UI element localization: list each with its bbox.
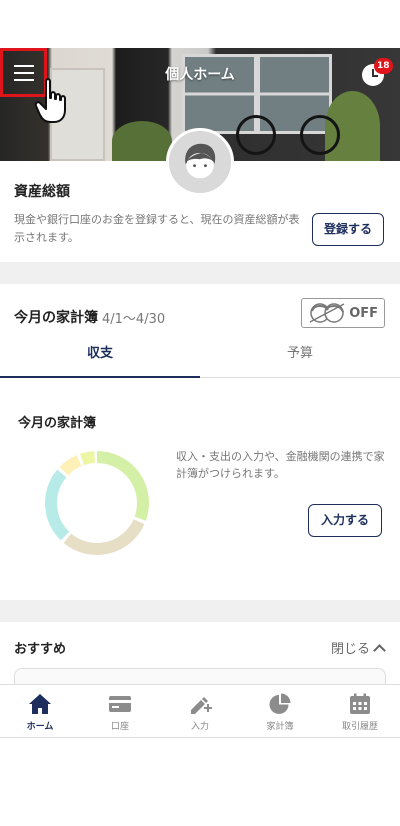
couple-faces-icon: [309, 303, 345, 323]
recommend-section: おすすめ 閉じる: [0, 622, 400, 684]
card-icon: [109, 696, 131, 712]
assets-title: 資産総額: [14, 184, 70, 200]
nav-transaction-history-label: 取引履歴: [341, 722, 378, 732]
donut-segment: [63, 519, 145, 555]
avatar[interactable]: [166, 128, 234, 196]
bottom-navigation: ホーム 口座 入力 家計簿 取引履歴: [0, 684, 400, 738]
nav-household-book-label: 家計簿: [266, 722, 294, 732]
home-icon: [29, 694, 51, 714]
nav-accounts-label: 口座: [110, 722, 129, 732]
nav-accounts[interactable]: 口座: [80, 685, 160, 739]
register-button[interactable]: 登録する: [312, 213, 384, 246]
notification-badge: 18: [374, 58, 393, 74]
donut-segment: [59, 455, 82, 476]
hamburger-menu-icon: [13, 64, 34, 67]
household-description: 収入・支出の入力や、金融機関の連携で家計簿がつけられます。: [176, 450, 385, 480]
nav-input[interactable]: 入力: [160, 685, 240, 739]
recommend-close-button[interactable]: 閉じる: [330, 638, 386, 657]
assets-description: 現金や銀行口座のお金を登録すると、現在の資産総額が表示されます。: [14, 213, 300, 244]
toggle-off-label: OFF: [349, 306, 378, 321]
avatar-face-icon: [169, 131, 231, 193]
recommend-close-label: 閉じる: [330, 642, 370, 657]
couple-mode-toggle[interactable]: OFF: [301, 298, 385, 328]
donut-segment: [80, 451, 96, 466]
household-section-title: 今月の家計簿: [18, 416, 97, 431]
budget-tabs: 収支 予算: [0, 336, 400, 378]
calendar-icon: [350, 693, 370, 714]
pen-plus-icon: [191, 697, 212, 714]
nav-household-book[interactable]: 家計簿: [240, 685, 320, 739]
notification-button[interactable]: 18: [362, 58, 393, 86]
input-button[interactable]: 入力する: [308, 504, 382, 537]
pie-chart-icon: [269, 693, 291, 714]
recommend-title: おすすめ: [14, 642, 67, 657]
household-donut-chart: [45, 451, 149, 555]
nav-home[interactable]: ホーム: [0, 685, 80, 739]
nav-transaction-history[interactable]: 取引履歴: [320, 685, 400, 739]
tab-budget[interactable]: 予算: [200, 336, 400, 378]
budget-title: 今月の家計簿: [14, 310, 98, 326]
chevron-up-icon: [373, 644, 386, 657]
budget-date-range: 4/1〜4/30: [102, 312, 166, 327]
hand-pointer-cursor-icon: [34, 78, 66, 123]
tab-income-expense[interactable]: 収支: [0, 336, 200, 378]
donut-segment: [45, 469, 70, 541]
recommend-card-preview: [14, 668, 386, 684]
nav-input-label: 入力: [190, 722, 209, 732]
household-budget-card: 今月の家計簿 4/1〜4/30 OFF 収支 予算 今月の家計簿 収入・支出の入…: [0, 284, 400, 600]
donut-segment: [96, 451, 149, 521]
nav-home-label: ホーム: [26, 722, 54, 732]
